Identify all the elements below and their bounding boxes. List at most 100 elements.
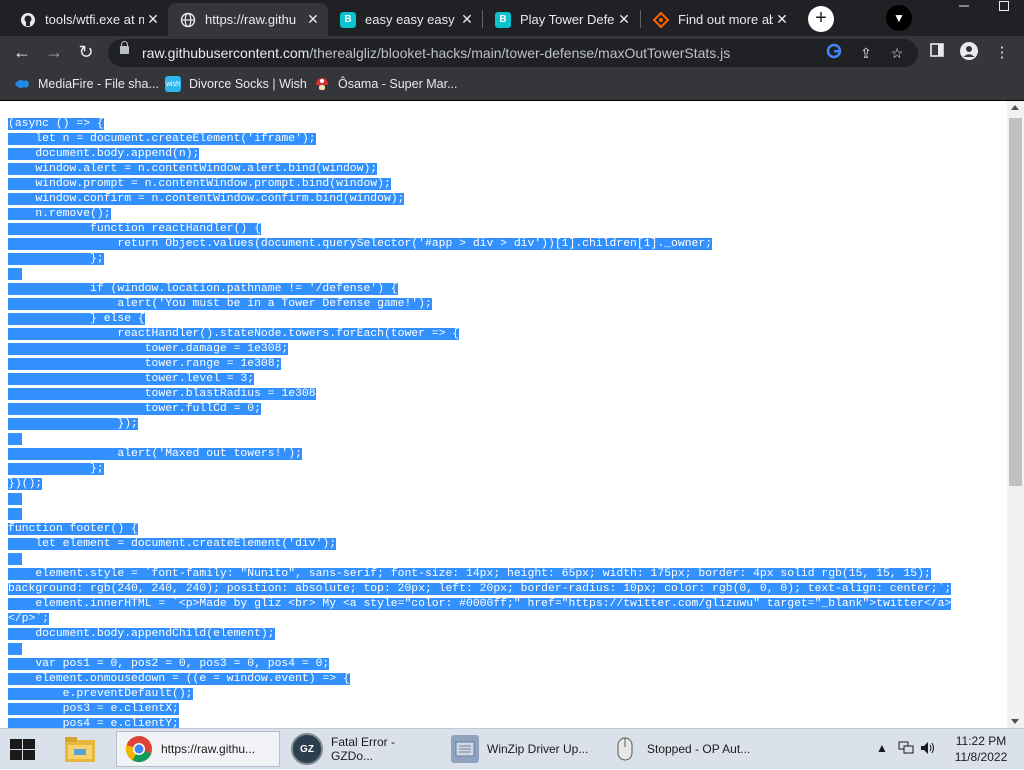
close-icon[interactable]: ✕ [304, 11, 322, 28]
tab-blooket-easy[interactable]: B easy easy easy ea ✕ [328, 3, 482, 36]
task-chrome[interactable]: https://raw.githu... [116, 731, 280, 767]
url-text[interactable]: raw.githubusercontent.com/therealgliz/bl… [142, 45, 730, 61]
code-line: tower.damage = 1e308; [8, 342, 951, 357]
show-hidden-icons-icon[interactable]: ▲ [876, 741, 888, 755]
volume-icon[interactable] [920, 741, 936, 758]
code-line-text: </p>`; [8, 613, 50, 625]
winzip-icon [451, 735, 479, 763]
github-icon [20, 11, 36, 28]
close-icon[interactable]: ✕ [144, 11, 162, 28]
code-line: return Object.values(document.querySelec… [8, 237, 951, 252]
vertical-scrollbar[interactable] [1007, 101, 1024, 728]
code-line-text: window.prompt = n.contentWindow.prompt.b… [8, 178, 391, 190]
code-line: tower.blastRadius = 1e308 [8, 387, 951, 402]
code-line-text: let n = document.createElement('iframe')… [8, 133, 316, 145]
network-icon[interactable] [898, 741, 914, 758]
reload-button[interactable]: ↻ [74, 41, 98, 65]
code-line [8, 267, 951, 282]
system-clock[interactable]: 11:22 PM 11/8/2022 [948, 733, 1014, 765]
code-line-text: tower.blastRadius = 1e308 [8, 388, 316, 400]
back-button[interactable]: ← [10, 41, 34, 65]
blooket-icon: B [340, 11, 356, 28]
windows-taskbar: https://raw.githu... GZ Fatal Error - GZ… [0, 728, 1024, 769]
code-line-text: tower.level = 3; [8, 373, 255, 385]
menu-button[interactable]: ⋮ [991, 42, 1013, 64]
tab-strip: tools/wtfi.exe at m ✕ https://raw.githu … [0, 0, 1024, 36]
code-line-text [8, 493, 22, 505]
close-icon[interactable]: ✕ [773, 11, 791, 28]
code-line: }); [8, 417, 951, 432]
bookmark-mediafire[interactable]: MediaFire - File sha... [14, 76, 159, 92]
code-line: alert('Maxed out towers!'); [8, 447, 951, 462]
side-panel-button[interactable] [926, 42, 948, 64]
code-line-text: alert('Maxed out towers!'); [8, 448, 302, 460]
address-bar[interactable]: raw.githubusercontent.com/therealgliz/bl… [108, 39, 918, 67]
code-line: tower.level = 3; [8, 372, 951, 387]
task-gzdoom[interactable]: GZ Fatal Error - GZDo... [283, 731, 435, 767]
code-line: tower.fullCd = 0; [8, 402, 951, 417]
code-line-text: function footer() { [8, 523, 138, 535]
tab-tower-defense[interactable]: B Play Tower Defens ✕ [483, 3, 639, 36]
bookmark-label: MediaFire - File sha... [38, 77, 159, 91]
minimize-button[interactable] [944, 0, 984, 22]
code-line-text: return Object.values(document.querySelec… [8, 238, 713, 250]
code-line-text: (async () => { [8, 118, 104, 130]
close-icon[interactable]: ✕ [615, 11, 633, 28]
tab-find-out-more[interactable]: Find out more ab ✕ [641, 3, 797, 36]
code-line-text: element.style = `font-family: "Nunito", … [8, 568, 931, 580]
mouse-icon [611, 735, 639, 763]
bookmark-star-icon[interactable]: ☆ [887, 43, 907, 63]
tab-search-button[interactable]: ▼ [886, 5, 912, 31]
scroll-down-arrow-icon[interactable] [1011, 719, 1019, 724]
code-line-text: }; [8, 463, 104, 475]
arrow-right-icon: → [45, 42, 63, 62]
code-line: }; [8, 252, 951, 267]
code-line-text: } else { [8, 313, 145, 325]
code-line-text: tower.damage = 1e308; [8, 343, 289, 355]
tab-github[interactable]: tools/wtfi.exe at m ✕ [8, 3, 168, 36]
bookmarks-bar: MediaFire - File sha... wish Divorce Soc… [0, 69, 1024, 101]
code-line: n.remove(); [8, 207, 951, 222]
code-block[interactable]: (async () => { let n = document.createEl… [8, 117, 952, 728]
gzdoom-icon: GZ [291, 733, 323, 765]
bookmark-osama[interactable]: Ôsama - Super Mar... [314, 76, 457, 92]
code-line-text: }); [8, 418, 138, 430]
bookmark-wish[interactable]: wish Divorce Socks | Wish [165, 76, 307, 92]
tab-title: Play Tower Defens [520, 12, 615, 27]
start-button[interactable] [8, 737, 36, 761]
code-line: document.body.appendChild(element); [8, 627, 951, 642]
page-content[interactable]: (async () => { let n = document.createEl… [0, 101, 1007, 728]
task-winzip[interactable]: WinZip Driver Up... [443, 731, 595, 767]
tab-raw-github[interactable]: https://raw.githu ✕ [168, 3, 328, 36]
code-line-text [8, 553, 22, 565]
scrollbar-thumb[interactable] [1009, 118, 1022, 486]
new-tab-button[interactable]: + [808, 6, 834, 32]
task-op-auto-clicker[interactable]: Stopped - OP Aut... [603, 731, 755, 767]
code-line: pos4 = e.clientY; [8, 717, 951, 728]
code-line-text: background: rgb(240, 240, 240); position… [8, 583, 952, 595]
clock-date: 11/8/2022 [954, 750, 1008, 764]
profile-button[interactable] [958, 42, 980, 64]
lock-icon [120, 41, 129, 54]
tab-title: https://raw.githu [205, 12, 297, 27]
code-line-text: n.remove(); [8, 208, 111, 220]
tab-title: easy easy easy ea [365, 12, 458, 27]
tab-title: tools/wtfi.exe at m [45, 12, 144, 27]
code-line-text: document.body.appendChild(element); [8, 628, 275, 640]
google-lens-icon[interactable] [824, 43, 844, 63]
code-line: } else { [8, 312, 951, 327]
folder-icon [65, 737, 95, 762]
code-line: let element = document.createElement('di… [8, 537, 951, 552]
forward-button[interactable]: → [42, 41, 66, 65]
code-line: window.confirm = n.contentWindow.confirm… [8, 192, 951, 207]
code-line: </p>`; [8, 612, 951, 627]
code-line-text: tower.fullCd = 0; [8, 403, 261, 415]
blooket-icon: B [495, 11, 511, 28]
file-explorer-button[interactable] [62, 733, 98, 765]
share-icon[interactable]: ⇪ [856, 43, 876, 63]
scroll-up-arrow-icon[interactable] [1011, 105, 1019, 110]
url-path: /therealgliz/blooket-hacks/main/tower-de… [309, 45, 731, 61]
maximize-button[interactable] [984, 0, 1024, 22]
code-line: document.body.append(n); [8, 147, 951, 162]
close-icon[interactable]: ✕ [458, 11, 476, 28]
